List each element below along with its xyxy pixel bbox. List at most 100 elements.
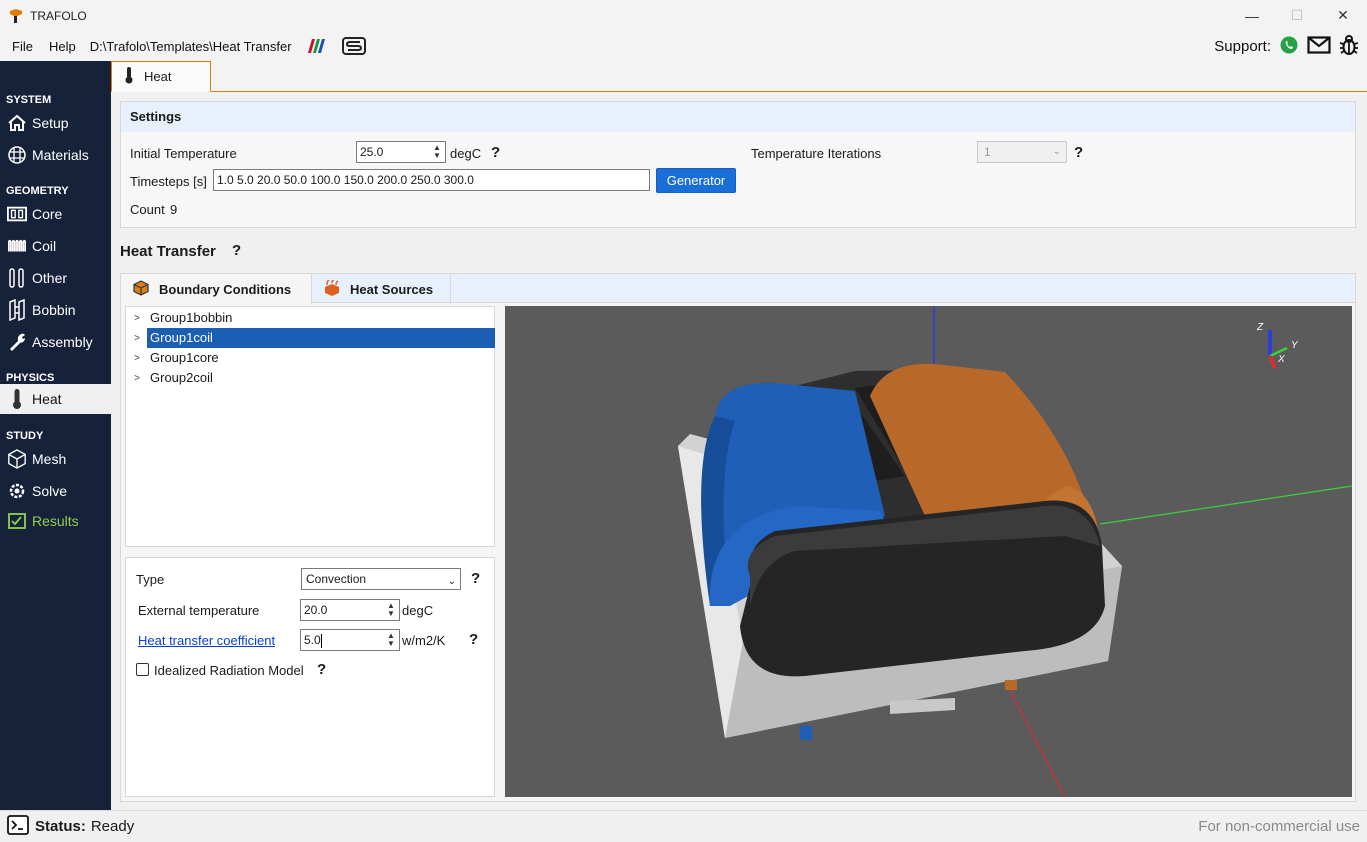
bug-icon[interactable] xyxy=(1339,34,1359,59)
tree-item-selected[interactable]: > Group1coil xyxy=(127,328,495,348)
section-system: SYSTEM xyxy=(6,94,52,106)
chevron-down-icon: ⌄ xyxy=(447,576,456,587)
spin-arrows-icon[interactable]: ▲ ▼ xyxy=(385,631,397,649)
license-notice: For non-commercial use xyxy=(1198,818,1360,835)
tab-label: Heat Sources xyxy=(350,281,434,297)
app-title: TRAFOLO xyxy=(30,8,87,23)
sidebar: SYSTEM Setup Materials GEOMETRY Core Coi… xyxy=(0,61,111,810)
heat-transfer-coefficient-input[interactable]: 5.0 ▲ ▼ xyxy=(300,629,400,651)
timesteps-input[interactable]: 1.0 5.0 20.0 50.0 100.0 150.0 200.0 250.… xyxy=(213,169,650,191)
home-icon xyxy=(7,113,27,133)
external-temperature-unit: degC xyxy=(402,603,434,618)
sidebar-item-label: Assembly xyxy=(32,334,93,350)
heat-transfer-title: Heat Transfer xyxy=(120,243,216,260)
temperature-iterations-help[interactable]: ? xyxy=(1074,144,1083,161)
sidebar-item-label: Mesh xyxy=(32,451,67,467)
chevron-down-icon: ⌄ xyxy=(1052,146,1061,157)
chevron-right-icon[interactable]: > xyxy=(127,333,147,344)
maximize-button[interactable]: ☐ xyxy=(1274,0,1320,31)
sidebar-item-label: Setup xyxy=(32,115,69,131)
sidebar-item-label: Core xyxy=(32,206,63,222)
idealized-radiation-help[interactable]: ? xyxy=(317,661,326,678)
sidebar-item-label: Solve xyxy=(32,483,68,499)
support-area: Support: xyxy=(1214,31,1359,61)
title-bar: TRAFOLO — ☐ ✕ xyxy=(0,0,1367,31)
mail-icon[interactable] xyxy=(1307,35,1331,57)
section-geometry: GEOMETRY xyxy=(6,185,69,197)
tab-strip: Heat xyxy=(111,61,1367,92)
heat-transfer-subtabs: Boundary Conditions Heat Sources xyxy=(120,273,1356,304)
initial-temperature-unit: degC xyxy=(450,146,482,161)
3d-viewport[interactable]: Z Y X xyxy=(505,306,1352,797)
status-bar: Status: Ready For non-commercial use xyxy=(0,810,1367,842)
s-logo-icon[interactable] xyxy=(341,37,366,55)
terminal-icon xyxy=(7,815,29,838)
temperature-iterations-select: 1 ⌄ xyxy=(977,141,1067,163)
count-value: 9 xyxy=(170,202,178,217)
sidebar-item-bobbin[interactable]: Bobbin xyxy=(0,295,111,325)
sidebar-item-assembly[interactable]: Assembly xyxy=(0,327,111,357)
tree-item[interactable]: > Group1bobbin xyxy=(127,308,495,328)
idealized-radiation-checkbox[interactable] xyxy=(136,663,149,676)
sidebar-item-materials[interactable]: Materials xyxy=(0,140,111,170)
project-path: D:\Trafolo\Templates\Heat Transfer xyxy=(89,38,292,54)
heat-transfer-coefficient-link[interactable]: Heat transfer coefficient xyxy=(138,633,275,648)
close-button[interactable]: ✕ xyxy=(1320,0,1366,31)
menu-file[interactable]: File xyxy=(6,39,39,54)
heat-transfer-help[interactable]: ? xyxy=(232,242,241,259)
spin-arrows-icon[interactable]: ▲ ▼ xyxy=(385,601,397,619)
chevron-right-icon[interactable]: > xyxy=(127,373,147,384)
sidebar-item-label: Heat xyxy=(32,391,62,407)
sidebar-item-setup[interactable]: Setup xyxy=(0,108,111,138)
wrench-icon xyxy=(7,332,27,352)
heat-transfer-coefficient-help[interactable]: ? xyxy=(469,631,478,648)
sidebar-item-core[interactable]: Core xyxy=(0,199,111,229)
generator-button[interactable]: Generator xyxy=(656,168,736,193)
chevron-right-icon[interactable]: > xyxy=(127,353,147,364)
tree-item[interactable]: > Group1core xyxy=(127,348,495,368)
transformer-3d-model[interactable]: Z Y X xyxy=(505,306,1352,797)
core-icon xyxy=(7,204,27,224)
sidebar-item-label: Results xyxy=(32,513,79,529)
minimize-button[interactable]: — xyxy=(1229,0,1275,31)
mesh-cube-icon xyxy=(7,449,27,469)
initial-temperature-help[interactable]: ? xyxy=(491,144,500,161)
section-study: STUDY xyxy=(6,430,44,442)
sidebar-item-mesh[interactable]: Mesh xyxy=(0,444,111,474)
solve-gear-icon xyxy=(7,481,27,501)
status-label: Status: xyxy=(35,818,86,835)
type-help[interactable]: ? xyxy=(471,570,480,587)
initial-temperature-input[interactable]: 25.0 ▲ ▼ xyxy=(356,141,446,163)
axis-x-label: X xyxy=(1277,354,1285,365)
tab-boundary-conditions[interactable]: Boundary Conditions xyxy=(121,274,312,304)
tab-heat[interactable]: Heat xyxy=(111,61,211,92)
axis-z-label: Z xyxy=(1256,322,1264,333)
sidebar-item-label: Bobbin xyxy=(32,302,76,318)
status-value: Ready xyxy=(90,818,135,835)
results-check-icon xyxy=(7,511,27,531)
boundary-properties: Type Convection ⌄ ? External temperature… xyxy=(125,557,495,797)
spin-arrows-icon[interactable]: ▲ ▼ xyxy=(431,143,443,161)
external-temperature-input[interactable]: 20.0 ▲ ▼ xyxy=(300,599,400,621)
type-select[interactable]: Convection ⌄ xyxy=(301,568,461,590)
whatsapp-icon[interactable] xyxy=(1279,35,1299,58)
trafolo-logo-icon xyxy=(10,8,22,23)
axis-gizmo: Z Y X xyxy=(1256,322,1299,369)
x-axis-line xyxy=(1004,680,1066,797)
sidebar-item-results[interactable]: Results xyxy=(0,506,111,536)
heat-source-cube-icon xyxy=(324,278,340,299)
sidebar-item-solve[interactable]: Solve xyxy=(0,476,111,506)
tab-heat-sources[interactable]: Heat Sources xyxy=(312,274,451,304)
tree-item[interactable]: > Group2coil xyxy=(127,368,495,388)
materials-grid-icon xyxy=(7,145,27,165)
sidebar-item-heat[interactable]: Heat xyxy=(0,384,111,414)
sidebar-item-label: Materials xyxy=(32,147,89,163)
sidebar-item-coil[interactable]: Coil xyxy=(0,231,111,261)
matlab-icon[interactable] xyxy=(306,38,328,54)
cube-icon xyxy=(133,279,149,299)
bobbin-icon xyxy=(7,299,27,321)
support-label: Support: xyxy=(1214,37,1271,55)
chevron-right-icon[interactable]: > xyxy=(127,313,147,324)
menu-help[interactable]: Help xyxy=(43,39,82,54)
sidebar-item-other[interactable]: Other xyxy=(0,263,111,293)
